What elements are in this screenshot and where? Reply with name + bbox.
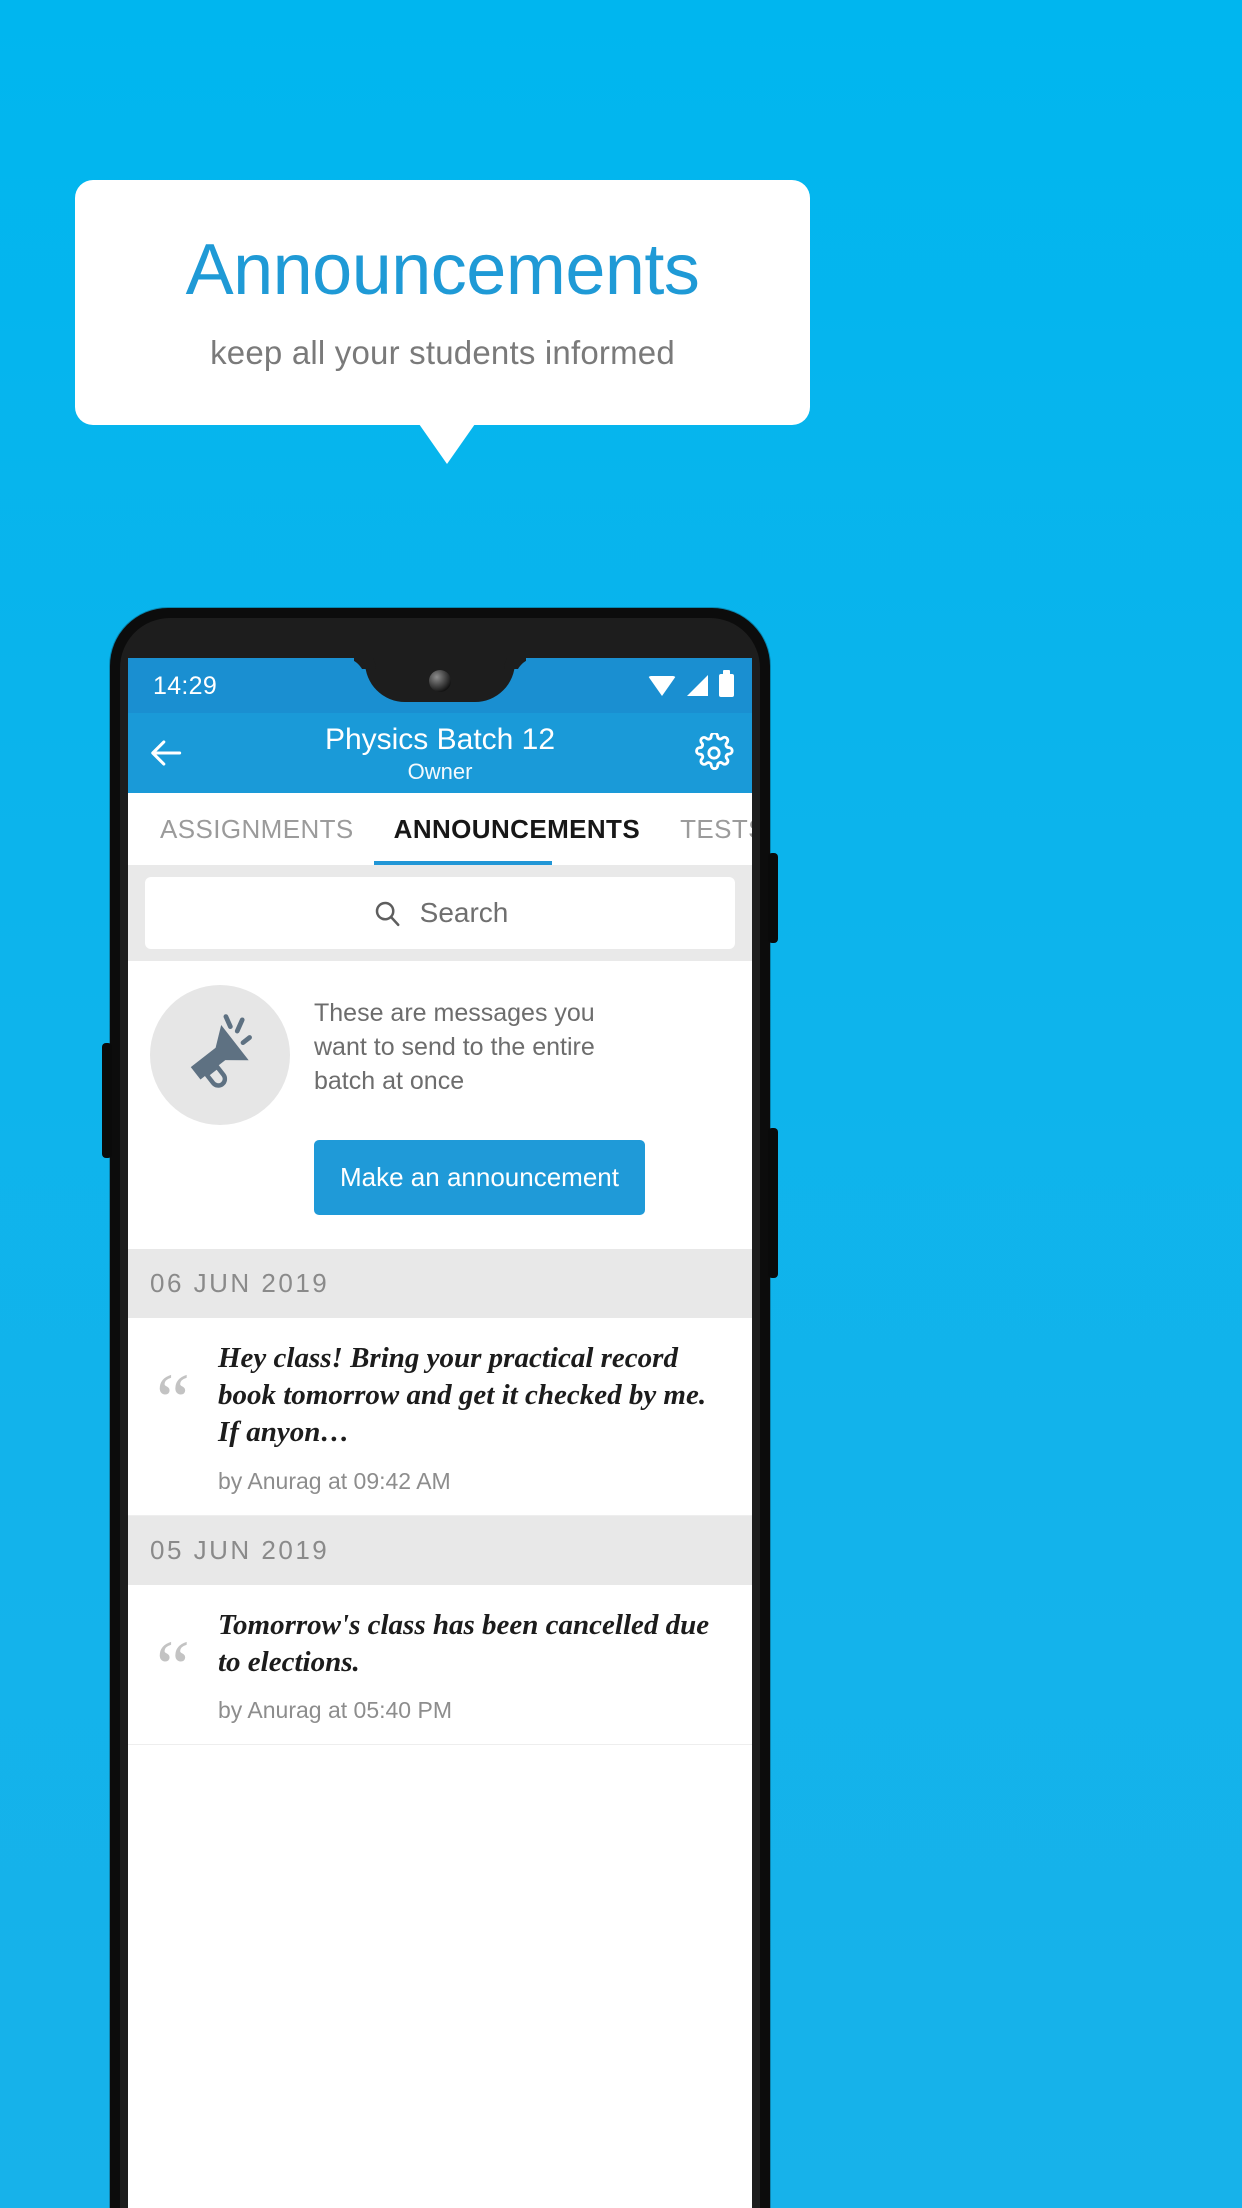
page-subtitle: keep all your students informed — [210, 334, 675, 372]
status-icon-group — [648, 670, 734, 697]
batch-title: Physics Batch 12 — [324, 723, 556, 756]
make-announcement-button[interactable]: Make an announcement — [314, 1140, 645, 1216]
search-placeholder: Search — [419, 897, 509, 928]
announcement-text: Hey class! Bring your practical record b… — [218, 1342, 707, 1449]
announcement-body: Hey class! Bring your practical record b… — [218, 1340, 734, 1494]
signal-icon — [687, 675, 708, 696]
gear-icon[interactable] — [694, 731, 734, 773]
phone-screen: 14:29 Physics Batch 12 Owner ASSIGNMENTS… — [128, 658, 752, 2208]
date-header: 06 JUN 2019 — [128, 1249, 752, 1319]
promo-callout-card: Announcements keep all your students inf… — [75, 180, 810, 425]
announcement-promo: These are messages you want to send to t… — [128, 961, 752, 1250]
app-bar: Physics Batch 12 Owner — [128, 713, 752, 793]
announcement-item[interactable]: “ Tomorrow's class has been cancelled du… — [128, 1584, 752, 1745]
search-container: Search — [128, 865, 752, 961]
front-camera-icon — [429, 670, 451, 692]
tab-assignments[interactable]: ASSIGNMENTS — [160, 814, 354, 845]
wifi-icon — [648, 675, 676, 696]
promo-content: These are messages you want to send to t… — [314, 985, 645, 1216]
batch-role: Owner — [407, 759, 473, 784]
status-time: 14:29 — [153, 672, 218, 700]
app-bar-titles: Physics Batch 12 Owner — [128, 721, 752, 785]
announcement-item[interactable]: “ Hey class! Bring your practical record… — [128, 1318, 752, 1516]
phone-button-left[interactable] — [102, 1043, 112, 1158]
announcement-meta: by Anurag at 09:42 AM — [218, 1467, 451, 1494]
search-icon — [375, 901, 400, 927]
announcement-meta: by Anurag at 05:40 PM — [218, 1696, 452, 1723]
phone-button-volume[interactable] — [768, 1128, 778, 1278]
callout-tail — [419, 424, 475, 464]
date-header: 05 JUN 2019 — [128, 1515, 752, 1585]
battery-icon — [719, 670, 734, 697]
tab-announcements[interactable]: ANNOUNCEMENTS — [394, 814, 640, 845]
promo-description: These are messages you want to send to t… — [314, 999, 595, 1095]
announcement-text: Tomorrow's class has been cancelled due … — [218, 1608, 710, 1678]
announcement-body: Tomorrow's class has been cancelled due … — [218, 1607, 734, 1724]
status-bar: 14:29 — [128, 658, 752, 713]
quote-icon: “ — [156, 1625, 190, 1710]
phone-bezel: 14:29 Physics Batch 12 Owner ASSIGNMENTS… — [120, 618, 760, 2208]
tab-active-indicator — [374, 861, 552, 865]
tab-bar: ASSIGNMENTS ANNOUNCEMENTS TESTS — [128, 793, 752, 865]
phone-button-power[interactable] — [768, 853, 778, 943]
phone-mockup: 14:29 Physics Batch 12 Owner ASSIGNMENTS… — [102, 608, 778, 2208]
page-title: Announcements — [185, 229, 700, 310]
tab-tests[interactable]: TESTS — [680, 814, 752, 845]
megaphone-icon — [150, 985, 290, 1125]
search-input[interactable]: Search — [145, 877, 735, 949]
quote-icon: “ — [156, 1359, 190, 1444]
